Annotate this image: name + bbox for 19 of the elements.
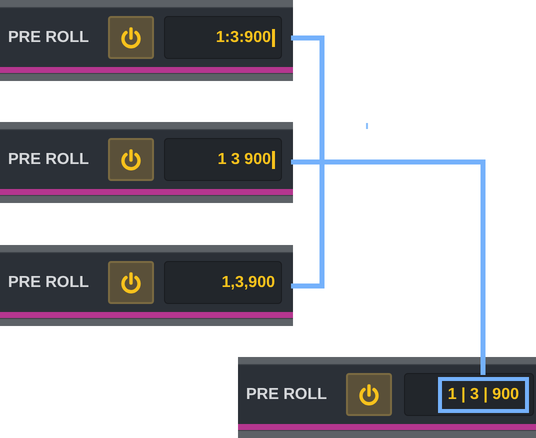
text-cursor	[272, 28, 275, 46]
time-field[interactable]: 1:3:900	[164, 16, 282, 59]
highlighted-value: 1 | 3 | 900	[438, 376, 529, 412]
text-cursor	[272, 150, 275, 168]
power-button[interactable]	[108, 138, 154, 181]
tick-mark	[366, 123, 368, 129]
time-field[interactable]: 1 3 900	[164, 138, 282, 181]
power-button[interactable]	[108, 16, 154, 59]
time-value: 1,3,900	[222, 274, 275, 292]
pre-roll-label: PRE ROLL	[8, 274, 90, 292]
pre-roll-label: PRE ROLL	[8, 28, 90, 46]
pre-roll-label: PRE ROLL	[8, 150, 90, 168]
power-button[interactable]	[346, 373, 392, 416]
time-value: 1 3 900	[218, 150, 271, 168]
power-button[interactable]	[108, 261, 154, 304]
time-value: 1:3:900	[216, 28, 271, 46]
pre-roll-label: PRE ROLL	[246, 386, 328, 404]
time-field[interactable]: 1 | 3 | 900	[404, 373, 534, 416]
time-field[interactable]: 1,3,900	[164, 261, 282, 304]
